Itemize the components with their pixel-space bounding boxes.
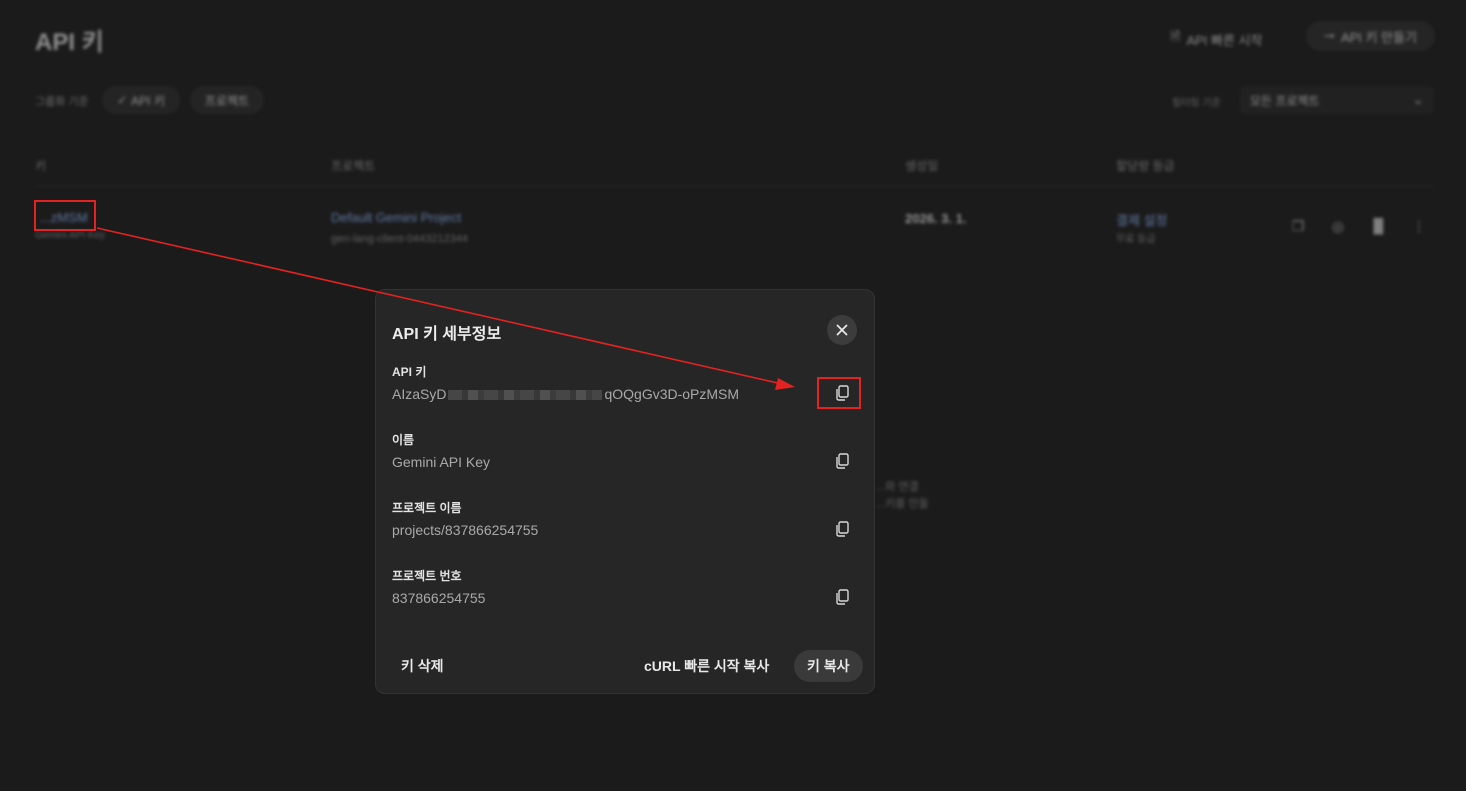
close-button[interactable] — [827, 315, 857, 345]
create-key-button[interactable]: ⊸ API 키 만들기 — [1306, 21, 1435, 51]
column-header-project: 프로젝트 — [331, 159, 376, 173]
name-value: Gemini API Key — [392, 454, 491, 470]
column-header-created: 생성일 — [905, 159, 939, 173]
empty-state-text: ...와 연결 ...키를 만들 — [876, 479, 929, 513]
api-key-suffix: qOQgGv3D-oPzMSM — [604, 386, 740, 402]
globe-icon[interactable]: ◎ — [1330, 218, 1346, 234]
empty-state-line: ...키를 만들 — [876, 498, 929, 510]
highlight-copy-api-key — [817, 377, 861, 409]
dialog-title: API 키 세부정보 — [392, 326, 502, 343]
group-chip-label: API 키 — [131, 93, 165, 108]
api-key-details-dialog: API 키 세부정보 API 키 AIzaSyD qOQgGv3D-oPzMSM … — [375, 289, 875, 694]
more-vert-icon[interactable]: ⋮ — [1411, 218, 1427, 234]
check-icon: ✓ — [117, 93, 128, 107]
copy-project-name-button[interactable] — [830, 517, 854, 541]
table-divider — [35, 186, 1435, 187]
project-link[interactable]: Default Gemini Project — [331, 210, 461, 225]
create-key-label: API 키 만들기 — [1340, 29, 1417, 45]
copy-icon[interactable]: ❐ — [1290, 218, 1306, 234]
api-key-value: AIzaSyD qOQgGv3D-oPzMSM — [392, 386, 739, 402]
copy-icon — [836, 453, 849, 469]
group-chip-api-key[interactable]: ✓ API 키 — [102, 86, 180, 114]
field-label-name: 이름 — [392, 433, 415, 447]
field-label-project-number: 프로젝트 번호 — [392, 569, 462, 583]
tier-label: 무료 등급 — [1116, 234, 1156, 245]
masked-key-segment — [448, 390, 603, 401]
billing-setup-link[interactable]: 결제 설정 — [1116, 210, 1167, 229]
copy-icon — [836, 589, 849, 605]
project-name-value: projects/837866254755 — [392, 522, 539, 538]
filter-label: 필터링 기준 — [1172, 98, 1221, 109]
project-filter-select[interactable]: 모든 프로젝트 ⌄ — [1240, 86, 1434, 114]
key-name: Gemini API Key — [35, 230, 106, 241]
close-icon — [836, 324, 848, 336]
copy-key-button[interactable]: 키 복사 — [794, 650, 863, 682]
project-id: gen-lang-client-0443212344 — [331, 233, 468, 245]
created-date: 2026. 3. 1. — [905, 211, 967, 226]
page: API 키 🗎 API 빠른 시작 ⊸ API 키 만들기 그룹화 기준 ✓ A… — [0, 0, 1466, 791]
group-by-label: 그룹화 기준 — [35, 96, 89, 108]
document-icon: 🗎 — [1170, 29, 1181, 44]
copy-name-button[interactable] — [830, 449, 854, 473]
copy-project-number-button[interactable] — [830, 585, 854, 609]
quickstart-link[interactable]: 🗎 API 빠른 시작 — [1170, 28, 1262, 50]
project-number-value: 837866254755 — [392, 590, 486, 606]
quickstart-label: API 빠른 시작 — [1186, 32, 1263, 48]
highlight-key-link — [34, 200, 96, 231]
field-label-project-name: 프로젝트 이름 — [392, 501, 462, 515]
page-title: API 키 — [35, 29, 104, 56]
filter-value: 모든 프로젝트 — [1250, 93, 1320, 108]
group-chip-project[interactable]: 프로젝트 — [190, 86, 264, 114]
key-icon: ⊸ — [1324, 28, 1335, 43]
column-header-key: 키 — [35, 159, 47, 173]
delete-key-button[interactable]: 키 삭제 — [401, 650, 444, 682]
empty-state-line: ...와 연결 — [876, 481, 919, 493]
chevron-down-icon: ⌄ — [1412, 91, 1424, 107]
bar-chart-icon[interactable]: ▉ — [1371, 218, 1387, 234]
group-chip-label: 프로젝트 — [204, 93, 250, 108]
copy-icon — [836, 521, 849, 537]
api-key-prefix: AIzaSyD — [392, 386, 447, 402]
column-header-tier: 할당량 등급 — [1116, 159, 1175, 173]
copy-curl-quickstart-button[interactable]: cURL 빠른 시작 복사 — [644, 650, 769, 682]
field-label-api-key: API 키 — [392, 365, 427, 379]
